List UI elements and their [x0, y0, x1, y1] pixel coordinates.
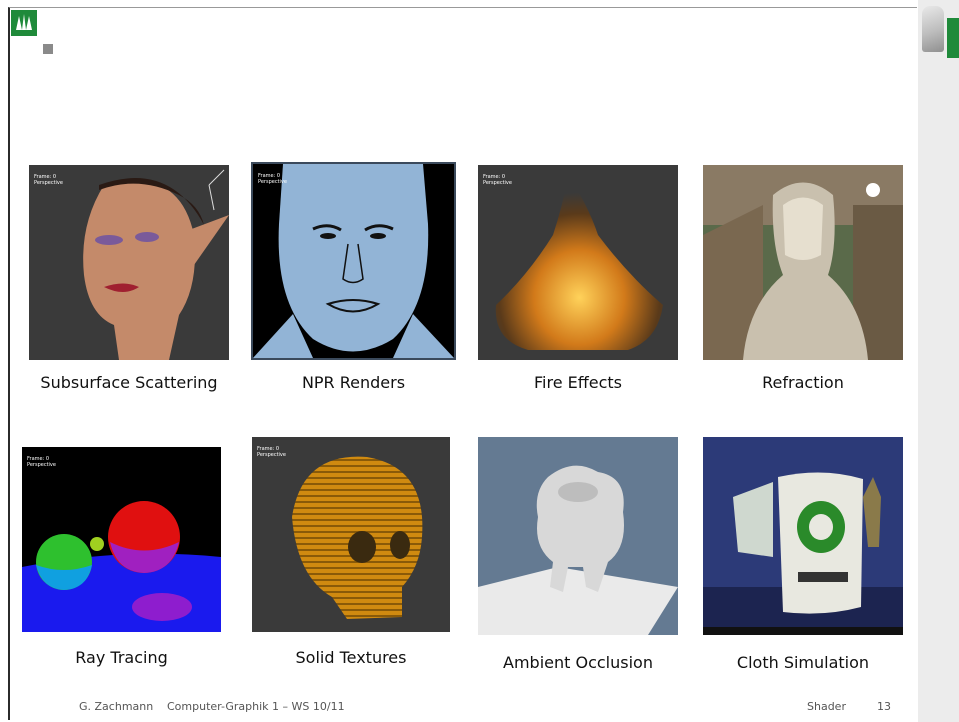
creature-render-icon: [478, 437, 678, 635]
university-logo-icon: [11, 10, 37, 36]
caption-npr-renders: NPR Renders: [301, 373, 406, 392]
cloth-flag-render-icon: [703, 437, 903, 635]
sketch-face-render-icon: [253, 164, 454, 358]
caption-fire-effects: Fire Effects: [533, 373, 623, 392]
thumb-subsurface-scattering: Frame: 0 Perspective: [29, 165, 229, 360]
thumb-overlay-text: Frame: 0 Perspective: [27, 456, 56, 468]
right-strip: [918, 0, 959, 722]
wood-skull-render-icon: [252, 437, 450, 632]
thumb-ambient-occlusion: [478, 437, 678, 635]
caption-subsurface-scattering: Subsurface Scattering: [40, 373, 218, 392]
thumb-overlay-text: Frame: 0 Perspective: [257, 446, 286, 458]
caption-cloth-simulation: Cloth Simulation: [736, 653, 870, 672]
caption-ambient-occlusion: Ambient Occlusion: [503, 653, 653, 672]
page-number: 13: [877, 700, 891, 713]
thumb-npr-renders: Frame: 0 Perspective: [251, 162, 456, 360]
fire-render-icon: [478, 165, 678, 360]
thumb-refraction: [703, 165, 903, 360]
elf-face-render-icon: [29, 165, 229, 360]
thumb-cloth-simulation: [703, 437, 903, 635]
thumb-fire-effects: Frame: 0 Perspective: [478, 165, 678, 360]
bust-icon: [922, 6, 944, 52]
logo-square-icon: [43, 44, 53, 54]
footer-course: Computer-Graphik 1 – WS 10/11: [167, 700, 345, 713]
footer-section: Shader: [807, 700, 846, 713]
corner-tab: [947, 18, 959, 58]
thumb-overlay-text: Frame: 0 Perspective: [258, 173, 287, 185]
thumb-ray-tracing: Frame: 0 Perspective: [22, 447, 221, 632]
spheres-render-icon: [22, 447, 221, 632]
glass-statue-render-icon: [703, 165, 903, 360]
caption-solid-textures: Solid Textures: [295, 648, 407, 667]
caption-ray-tracing: Ray Tracing: [75, 648, 168, 667]
caption-refraction: Refraction: [762, 373, 844, 392]
thumb-overlay-text: Frame: 0 Perspective: [483, 174, 512, 186]
thumb-overlay-text: Frame: 0 Perspective: [34, 174, 63, 186]
footer-author: G. Zachmann: [79, 700, 154, 713]
thumb-solid-textures: Frame: 0 Perspective: [252, 437, 450, 632]
